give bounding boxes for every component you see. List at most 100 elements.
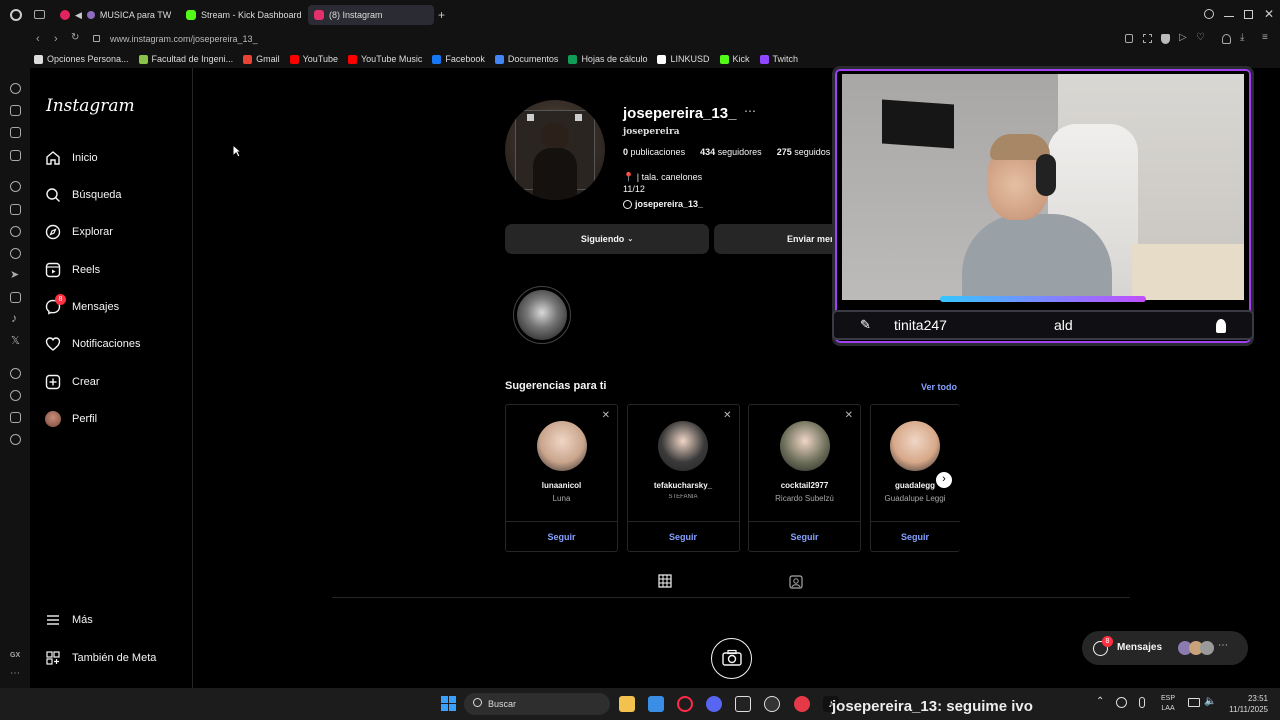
capcut-icon[interactable] <box>735 696 751 712</box>
extensions-sidebar-icon[interactable] <box>10 412 21 423</box>
instagram-logo[interactable]: Instagram <box>46 96 135 116</box>
pin-icon[interactable] <box>1125 34 1133 43</box>
following-count[interactable]: 275 <box>777 147 792 157</box>
play-icon[interactable]: ▷ <box>1179 32 1187 43</box>
shield-icon[interactable] <box>1161 34 1170 44</box>
followers-count[interactable]: 434 <box>700 147 715 157</box>
whatsapp-sidebar-icon[interactable] <box>10 248 21 259</box>
see-all-link[interactable]: Ver todo <box>921 382 957 392</box>
suggestion-avatar[interactable] <box>658 421 708 471</box>
following-button[interactable]: Siguiendo ⌄ <box>505 224 709 254</box>
bookmark-item[interactable]: Facultad de Ingeni... <box>138 54 233 64</box>
nav-item-home[interactable]: Inicio <box>45 146 98 170</box>
account-icon[interactable] <box>1222 34 1231 44</box>
tiktok-sidebar-icon[interactable]: ♪ <box>11 311 17 325</box>
tab-posts-grid[interactable] <box>644 572 686 598</box>
bookmark-item[interactable]: Documentos <box>494 54 558 64</box>
suggestion-username[interactable]: tefakucharsky_ <box>628 481 739 490</box>
ai-assistant-icon[interactable] <box>10 181 21 192</box>
bookmark-item[interactable]: Gmail <box>243 54 280 64</box>
followers-label[interactable]: seguidores <box>718 147 762 157</box>
nav-item-plus-square[interactable]: Crear <box>45 370 100 394</box>
tray-mic-icon[interactable] <box>1139 697 1145 708</box>
dismiss-icon[interactable]: ✕ <box>723 410 731 421</box>
nav-item-messenger[interactable]: 8 Mensajes <box>45 294 119 319</box>
suggestion-username[interactable]: lunaanicol <box>506 481 617 490</box>
maximize-button[interactable] <box>1244 10 1253 19</box>
bookmark-item[interactable]: Kick <box>719 54 750 64</box>
gx-control-icon[interactable] <box>10 83 21 94</box>
twitch-sidebar-icon[interactable] <box>10 204 21 215</box>
discord-icon[interactable] <box>706 696 722 712</box>
bookmark-item[interactable]: Hojas de cálculo <box>568 54 647 64</box>
settings-sidebar-icon[interactable] <box>10 434 21 445</box>
follow-button[interactable]: Seguir <box>506 521 617 551</box>
profile-avatar[interactable] <box>505 100 605 200</box>
file-explorer-icon[interactable] <box>619 696 635 712</box>
history-sidebar-icon[interactable] <box>10 390 21 401</box>
tab-instagram[interactable]: (8) Instagram <box>308 5 434 25</box>
url-field[interactable]: www.instagram.com/josepereira_13_ <box>110 34 258 44</box>
bookmark-item[interactable]: Facebook <box>432 54 485 64</box>
snapshot-icon[interactable] <box>1143 34 1152 43</box>
tab-workspace-icon[interactable] <box>34 10 45 19</box>
nav-item-meta[interactable]: También de Meta <box>45 646 156 670</box>
new-tab-button[interactable]: + <box>438 8 445 22</box>
messages-floating-button[interactable]: 8 Mensajes ⋯ <box>1082 631 1248 665</box>
bookmark-item[interactable]: YouTube <box>289 54 338 64</box>
instagram-sidebar-icon[interactable] <box>10 292 21 303</box>
suggestion-avatar[interactable] <box>779 421 830 471</box>
bookmark-item[interactable]: LINKUSD <box>657 54 710 64</box>
profile-options-icon[interactable]: ⋯ <box>744 104 756 118</box>
bookmark-item[interactable]: Twitch <box>759 54 798 64</box>
tab-kick-dashboard[interactable]: Stream - Kick Dashboard <box>180 5 304 25</box>
nav-item-compass[interactable]: Explorar <box>45 220 113 244</box>
app-red-icon[interactable] <box>794 696 810 712</box>
story-highlight[interactable] <box>513 286 571 344</box>
nav-item-search[interactable]: Búsqueda <box>45 183 122 207</box>
player-sidebar-icon[interactable] <box>10 368 21 379</box>
following-label[interactable]: seguidos <box>794 147 830 157</box>
suggestion-username[interactable]: cocktail2977 <box>749 481 860 490</box>
nav-item-avatar[interactable]: Perfil <box>45 407 97 431</box>
messenger-sidebar-icon[interactable] <box>10 226 21 237</box>
gx-corner-icon[interactable] <box>10 105 21 116</box>
gx-hotkeys-icon[interactable] <box>10 127 21 138</box>
telegram-sidebar-icon[interactable]: ➤ <box>10 268 19 281</box>
search-tabs-icon[interactable] <box>1204 9 1214 19</box>
taskbar-search[interactable]: Buscar <box>464 693 610 715</box>
language-indicator[interactable]: ESP LAA <box>1161 694 1175 714</box>
windows-start-icon[interactable] <box>441 696 456 711</box>
message-button[interactable]: Enviar men <box>714 224 836 254</box>
dismiss-icon[interactable]: ✕ <box>602 410 610 421</box>
more-sidebar-icon[interactable]: ⋯ <box>10 668 20 679</box>
tray-network-icon[interactable] <box>1188 698 1200 707</box>
carousel-next-button[interactable]: › <box>936 472 952 488</box>
bookmark-item[interactable]: Opciones Persona... <box>34 54 129 64</box>
tab-tagged[interactable] <box>788 574 804 590</box>
opera-gx-logo-icon[interactable] <box>10 9 22 21</box>
follow-button[interactable]: Seguir <box>749 521 860 551</box>
nav-item-menu[interactable]: Más <box>45 608 93 632</box>
nav-item-heart[interactable]: Notificaciones <box>45 332 140 356</box>
forward-icon[interactable]: › <box>54 33 58 45</box>
tray-chevron-icon[interactable]: ⌃ <box>1096 696 1104 707</box>
suggestion-avatar[interactable] <box>536 421 587 471</box>
opera-gx-taskbar-icon[interactable] <box>677 696 693 712</box>
heart-outline-icon[interactable]: ♡ <box>1196 32 1205 43</box>
suggestion-avatar[interactable] <box>890 421 940 471</box>
threads-link[interactable]: josepereira_13_ <box>623 199 703 209</box>
menu-dots-icon[interactable]: ≡ <box>1262 32 1268 43</box>
dismiss-icon[interactable]: ✕ <box>845 410 853 421</box>
follow-button[interactable]: Seguir <box>870 521 960 551</box>
tray-sync-icon[interactable] <box>1116 697 1127 708</box>
nav-item-reels[interactable]: Reels <box>45 258 100 282</box>
minimize-button[interactable] <box>1224 16 1234 17</box>
download-icon[interactable]: ⤓ <box>1240 32 1244 43</box>
photos-icon[interactable] <box>648 696 664 712</box>
bookmark-item[interactable]: YouTube Music <box>348 54 422 64</box>
close-window-button[interactable]: ✕ <box>1264 7 1274 21</box>
x-sidebar-icon[interactable]: 𝕏 <box>11 334 20 347</box>
tab-musica[interactable]: ◀ MUSICA para TWI <box>54 5 172 25</box>
follow-button[interactable]: Seguir <box>627 521 739 551</box>
